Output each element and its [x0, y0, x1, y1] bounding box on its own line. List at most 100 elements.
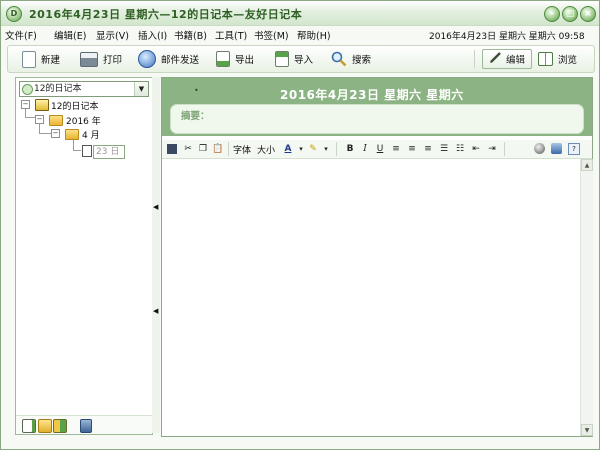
- indent-icon[interactable]: ⇥: [486, 143, 498, 155]
- search-button[interactable]: 搜索: [331, 50, 371, 68]
- entry-header: • 2016年4月23日 星期六 星期六 摘要：: [162, 78, 592, 136]
- new-label: 新建: [41, 55, 61, 66]
- edit-mode-button[interactable]: 编辑: [482, 49, 533, 69]
- diary-book-icon: [22, 84, 33, 95]
- menu-file[interactable]: 文件(F): [5, 28, 37, 42]
- new-document-icon: [22, 50, 36, 68]
- window-title: 2016年4月23日 星期六—12的日记本—友好日记本: [29, 8, 303, 21]
- title-bar[interactable]: D 2016年4月23日 星期六—12的日记本—友好日记本 – □ ×: [1, 1, 599, 26]
- printer-icon: [80, 51, 98, 67]
- app-logo-icon[interactable]: D: [6, 6, 22, 22]
- menu-bookmarks[interactable]: 书签(M): [254, 28, 289, 42]
- tree-actions-bar: [16, 415, 152, 434]
- move-entry-icon[interactable]: [53, 419, 67, 433]
- format-separator: [504, 142, 505, 156]
- menu-books[interactable]: 书籍(B): [174, 28, 207, 42]
- main-toolbar: 新建 打印 邮件发送 导出 导入 搜索 编辑 浏览: [7, 45, 595, 73]
- summary-label: 摘要：: [181, 111, 210, 122]
- tree-node-notebook[interactable]: 12的日记本: [51, 99, 98, 112]
- close-button[interactable]: ×: [580, 6, 596, 22]
- save-icon[interactable]: [167, 144, 177, 154]
- import-icon: [275, 51, 289, 67]
- folder-icon: [49, 115, 63, 126]
- underline-button[interactable]: U: [374, 143, 386, 155]
- scroll-up-button[interactable]: ▲: [581, 159, 593, 171]
- insert-link-icon[interactable]: [551, 143, 562, 154]
- tree-connector: [39, 123, 40, 133]
- summary-box[interactable]: 摘要：: [170, 104, 584, 134]
- menu-insert[interactable]: 插入(I): [138, 28, 167, 42]
- highlight-dropdown-icon[interactable]: ▾: [320, 143, 332, 155]
- format-separator: [228, 142, 229, 156]
- diary-page-icon: [82, 145, 92, 157]
- pencil-icon: [489, 51, 502, 67]
- export-icon: [216, 51, 230, 67]
- minimize-button[interactable]: –: [544, 6, 560, 22]
- insert-table-icon[interactable]: ?: [568, 143, 580, 155]
- collapse-arrow-icon[interactable]: ◀: [153, 203, 158, 211]
- new-entry-icon[interactable]: [22, 419, 36, 433]
- menu-help[interactable]: 帮助(H): [297, 28, 331, 42]
- header-dot: •: [194, 86, 199, 95]
- align-right-icon[interactable]: ≡: [422, 143, 434, 155]
- tree-node-day[interactable]: 23 日: [93, 145, 125, 159]
- export-button[interactable]: 导出: [216, 50, 254, 68]
- tree-node-year[interactable]: 2016 年: [66, 114, 101, 127]
- tree-expander-root[interactable]: −: [21, 100, 30, 109]
- search-icon: [331, 51, 347, 67]
- paste-icon[interactable]: 📋: [212, 143, 224, 155]
- cut-icon[interactable]: ✂: [182, 143, 194, 155]
- app-window: D 2016年4月23日 星期六—12的日记本—友好日记本 – □ × 文件(F…: [0, 0, 600, 450]
- collapse-arrow-icon[interactable]: ◀: [153, 307, 158, 315]
- search-label: 搜索: [352, 55, 372, 66]
- font-size-button[interactable]: 大小: [257, 143, 275, 156]
- toolbar-separator: [474, 50, 475, 68]
- tree-connector: [25, 117, 35, 118]
- font-color-dropdown-icon[interactable]: ▾: [295, 143, 307, 155]
- highlight-icon[interactable]: ✎: [307, 143, 319, 155]
- book-icon: [538, 52, 553, 66]
- align-left-icon[interactable]: ≡: [390, 143, 402, 155]
- maximize-button[interactable]: □: [562, 6, 578, 22]
- mail-send-label: 邮件发送: [161, 55, 200, 66]
- editor-scrollbar[interactable]: ▲ ▼: [580, 159, 593, 436]
- diary-book-select[interactable]: 12的日记本 ▼: [19, 81, 149, 97]
- tree-connector: [73, 150, 81, 151]
- tree-expander-month[interactable]: −: [51, 129, 60, 138]
- new-folder-icon[interactable]: [38, 419, 52, 433]
- entry-panel: • 2016年4月23日 星期六 星期六 摘要： ✂ ❐ 📋 字体 大小 A ▾…: [161, 77, 593, 437]
- font-color-icon[interactable]: A: [282, 143, 294, 155]
- new-button[interactable]: 新建: [22, 50, 60, 68]
- font-button[interactable]: 字体: [233, 143, 251, 156]
- edit-mode-label: 编辑: [506, 55, 526, 66]
- align-center-icon[interactable]: ≡: [406, 143, 418, 155]
- entry-date-title: 2016年4月23日 星期六 星期六: [280, 88, 464, 102]
- browse-mode-label: 浏览: [558, 55, 578, 66]
- export-label: 导出: [235, 55, 255, 66]
- numbered-list-icon[interactable]: ☰: [438, 143, 450, 155]
- mail-globe-icon: [138, 50, 156, 68]
- tree-expander-year[interactable]: −: [35, 115, 44, 124]
- tree-connector: [25, 109, 26, 117]
- dropdown-arrow-icon[interactable]: ▼: [134, 82, 148, 96]
- copy-icon[interactable]: ❐: [197, 143, 209, 155]
- menu-tools[interactable]: 工具(T): [215, 28, 247, 42]
- browse-mode-button[interactable]: 浏览: [538, 50, 577, 68]
- panel-splitter[interactable]: ◀ ◀: [152, 77, 160, 433]
- mail-send-button[interactable]: 邮件发送: [138, 50, 199, 68]
- menu-edit[interactable]: 编辑(E): [54, 28, 86, 42]
- insert-picture-icon[interactable]: [534, 143, 545, 154]
- bullet-list-icon[interactable]: ☷: [454, 143, 466, 155]
- outdent-icon[interactable]: ⇤: [470, 143, 482, 155]
- menu-view[interactable]: 显示(V): [96, 28, 129, 42]
- tree-node-month[interactable]: 4 月: [82, 128, 100, 141]
- italic-button[interactable]: I: [359, 143, 371, 155]
- diary-tree-panel: 12的日记本 ▼ − 12的日记本 − 2016 年 − 4 月 23 日: [15, 77, 153, 435]
- scroll-down-button[interactable]: ▼: [581, 424, 593, 436]
- import-button[interactable]: 导入: [275, 50, 313, 68]
- print-button[interactable]: 打印: [80, 50, 122, 68]
- format-toolbar: ✂ ❐ 📋 字体 大小 A ▾ ✎ ▾ B I U ≡ ≡ ≡ ☰ ☷ ⇤ ⇥ …: [162, 140, 592, 159]
- bold-button[interactable]: B: [344, 143, 356, 155]
- entry-editor[interactable]: [162, 159, 580, 436]
- trash-icon[interactable]: [80, 419, 92, 433]
